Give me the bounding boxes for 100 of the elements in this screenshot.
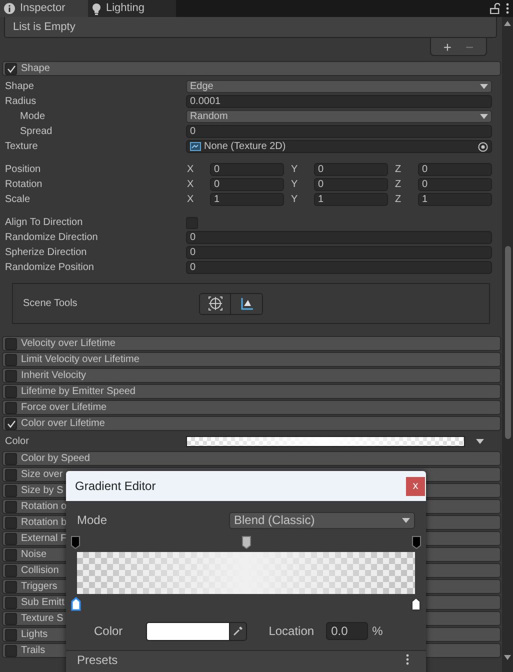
axis-label: Z (394, 178, 402, 192)
module-header[interactable]: Shape (2, 61, 501, 76)
checkbox[interactable] (5, 548, 17, 560)
number-field[interactable]: 0 (314, 163, 388, 176)
checkbox[interactable] (5, 532, 17, 544)
info-icon (4, 3, 15, 14)
eyedropper-button[interactable] (230, 622, 247, 640)
axis-label: Z (394, 193, 402, 207)
module-label: Trails (21, 644, 46, 658)
alpha-key-marker[interactable] (412, 536, 421, 548)
checkbox[interactable] (5, 452, 17, 464)
checkbox[interactable] (5, 612, 17, 624)
property-label: Radius (4, 95, 38, 109)
color-key-marker[interactable] (411, 597, 421, 611)
property-label: Mode (19, 110, 46, 124)
checkbox[interactable] (5, 580, 17, 592)
number-field[interactable]: 0 (314, 178, 388, 191)
module-header[interactable]: Color by Speed (2, 451, 501, 466)
axis-label: Y (290, 178, 299, 192)
module-label: Size by S (21, 484, 64, 498)
number-field[interactable]: 0 (418, 163, 492, 176)
tab[interactable]: Inspector (0, 0, 88, 17)
object-value: None (Texture 2D) (204, 140, 286, 154)
number-field[interactable]: 0 (210, 163, 284, 176)
location-label: Location (268, 623, 314, 640)
scroll-up-icon[interactable] (504, 21, 511, 26)
lock-icon[interactable] (490, 3, 500, 14)
module-header[interactable]: Force over Lifetime (2, 400, 501, 415)
module-label: Collision (21, 564, 59, 578)
scroll-down-icon[interactable] (504, 655, 511, 660)
property-label: Randomize Position (4, 261, 95, 275)
checkbox[interactable] (5, 516, 17, 528)
checkmark-icon (6, 64, 16, 72)
module-header[interactable]: Color over Lifetime (2, 416, 501, 431)
mode-label: Mode (77, 512, 108, 529)
alpha-key-marker[interactable] (71, 536, 80, 548)
number-field[interactable]: 0 (418, 178, 492, 191)
number-field[interactable]: 0 (186, 231, 492, 244)
checkbox[interactable] (5, 500, 17, 512)
alpha-key-marker[interactable] (242, 536, 250, 548)
module-label: Lifetime by Emitter Speed (21, 385, 136, 399)
dropdown[interactable]: Edge (186, 80, 492, 93)
number-field[interactable]: 0 (186, 125, 492, 138)
crosshair-icon (208, 296, 222, 311)
axis-label: X (186, 178, 195, 192)
gradient-field[interactable] (186, 436, 465, 446)
module-header[interactable]: Lifetime by Emitter Speed (2, 384, 501, 399)
scrollbar-thumb[interactable] (504, 246, 510, 439)
checkbox[interactable] (5, 338, 17, 350)
scrollbar[interactable] (502, 17, 513, 672)
checkbox[interactable] (5, 418, 17, 430)
menu-icon[interactable] (406, 654, 409, 665)
module-header[interactable]: Limit Velocity over Lifetime (2, 352, 501, 367)
checkbox[interactable] (5, 386, 17, 398)
checkbox[interactable] (5, 628, 17, 640)
checkbox[interactable] (5, 402, 17, 414)
checkbox[interactable] (5, 484, 17, 496)
number-field[interactable]: 0 (186, 261, 492, 274)
property-label: Scale (4, 193, 32, 207)
menu-icon[interactable] (506, 3, 509, 14)
object-field[interactable]: None (Texture 2D) (186, 140, 492, 153)
checkbox[interactable] (5, 564, 17, 576)
property-label: Spherize Direction (4, 246, 88, 260)
close-button[interactable]: x (406, 476, 425, 496)
texture-icon (190, 142, 201, 151)
scene-tools-label: Scene Tools (22, 297, 78, 311)
number-field[interactable]: 0.0001 (186, 95, 492, 108)
property-label: Position (4, 163, 42, 177)
number-field[interactable]: 0 (186, 246, 492, 259)
property-label: Spread (19, 125, 54, 139)
color-key-marker[interactable] (71, 597, 81, 611)
caret-icon (476, 438, 484, 444)
module-header[interactable]: Velocity over Lifetime (2, 336, 501, 351)
color-label: Color (94, 623, 123, 640)
tab[interactable]: Lighting (88, 0, 176, 17)
target-icon[interactable] (478, 142, 488, 152)
add-button[interactable]: + (440, 40, 454, 54)
module-header[interactable]: Inherit Velocity (2, 368, 501, 383)
dropdown[interactable]: Random (186, 110, 492, 123)
mode-dropdown[interactable]: Blend (Classic) (229, 512, 415, 528)
checkbox[interactable] (5, 468, 17, 480)
axis-label: Z (394, 163, 402, 177)
scene-tool-button[interactable] (200, 294, 231, 314)
checkbox[interactable] (5, 62, 17, 74)
module-label: Noise (21, 548, 47, 562)
module-label: Force over Lifetime (21, 401, 107, 415)
checkbox[interactable] (5, 370, 17, 382)
number-field[interactable]: 1 (210, 193, 284, 206)
number-field[interactable]: 0 (210, 178, 284, 191)
lightbulb-icon (92, 2, 101, 14)
color-swatch[interactable] (146, 622, 230, 640)
axis-label: X (186, 163, 195, 177)
checkbox[interactable] (5, 354, 17, 366)
location-field[interactable]: 0.0 (326, 622, 368, 640)
checkbox[interactable] (5, 644, 17, 656)
number-field[interactable]: 1 (418, 193, 492, 206)
caret-icon (402, 518, 410, 522)
checkbox[interactable] (5, 596, 17, 608)
dialog-title: Gradient Editor (75, 478, 156, 495)
number-field[interactable]: 1 (314, 193, 388, 206)
